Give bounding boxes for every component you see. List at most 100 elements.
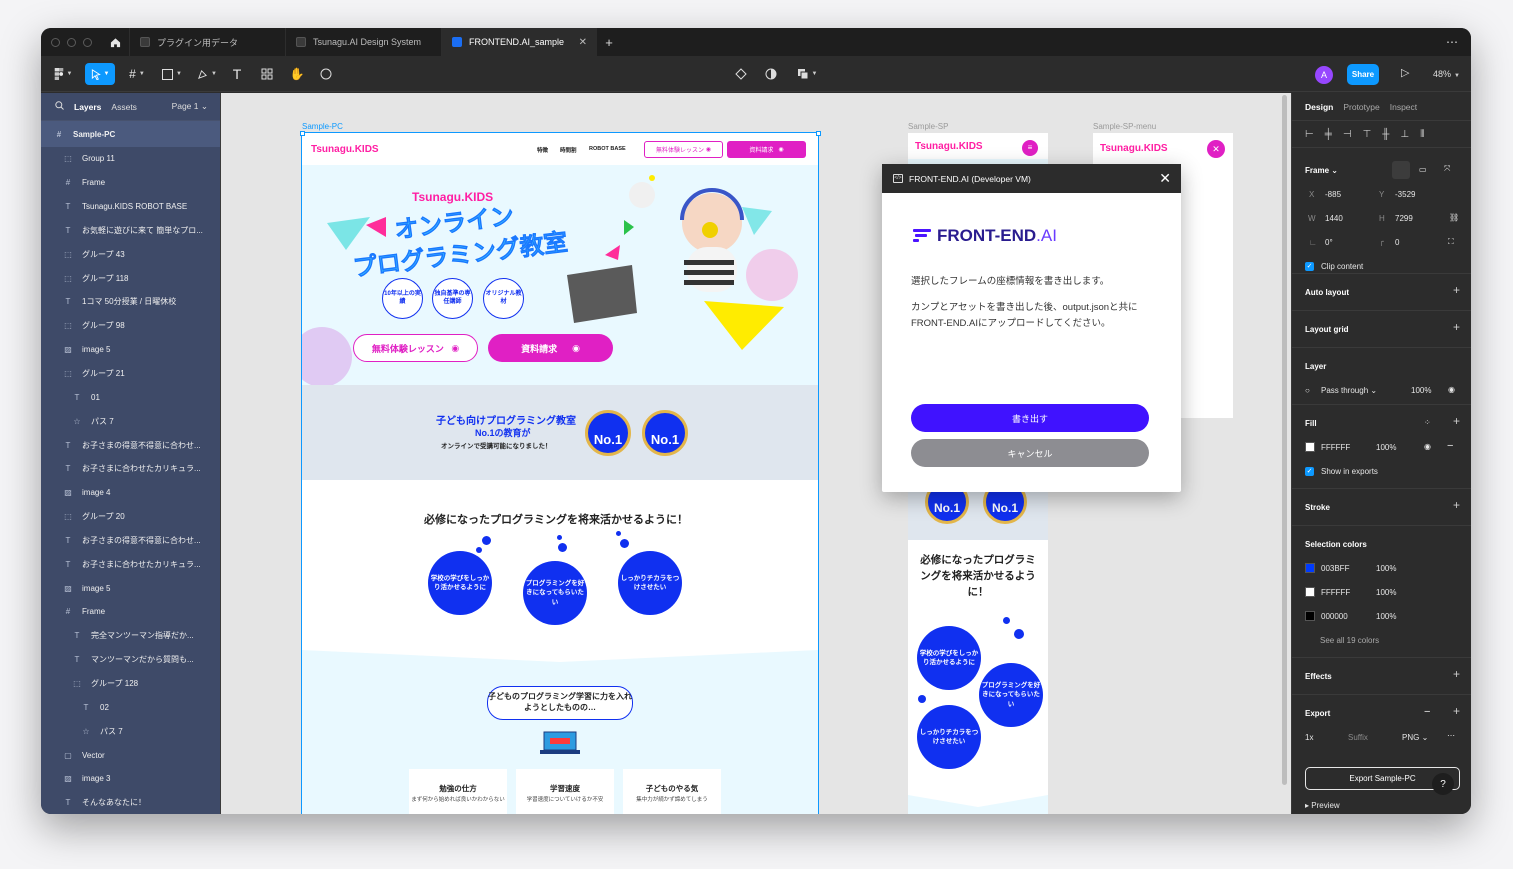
fill-hex-field[interactable]: FFFFFF	[1321, 443, 1350, 452]
component-icon[interactable]	[733, 63, 749, 85]
color-hex[interactable]: 000000	[1321, 612, 1348, 621]
share-button[interactable]: Share	[1347, 64, 1379, 85]
export-format-select[interactable]: PNG ⌄	[1402, 733, 1428, 742]
cancel-button[interactable]: キャンセル	[911, 439, 1149, 467]
add-fill-icon[interactable]: +	[1453, 414, 1460, 428]
export-suffix-input[interactable]: Suffix	[1348, 733, 1368, 742]
align-right-icon[interactable]: ⊣	[1343, 129, 1352, 140]
show-in-exports-checkbox[interactable]: ✓	[1305, 467, 1314, 476]
layer-row[interactable]: ⬚ Group 11	[41, 147, 220, 171]
comment-tool-icon[interactable]	[318, 63, 334, 85]
move-tool-icon[interactable]: ▼	[85, 63, 115, 85]
color-opacity[interactable]: 100%	[1376, 564, 1396, 573]
frame-label-pc[interactable]: Sample-PC	[302, 122, 343, 131]
layer-row[interactable]: ⬚ グループ 98	[41, 314, 220, 338]
page-selector[interactable]: Page 1 ⌄	[172, 101, 208, 112]
frame-label-sp-menu[interactable]: Sample-SP-menu	[1093, 122, 1156, 131]
independent-corners-icon[interactable]: ⛶	[1448, 237, 1454, 247]
export-settings-icon[interactable]: ⋯	[1447, 731, 1455, 740]
tab-inspect[interactable]: Inspect	[1390, 102, 1417, 112]
layer-row[interactable]: T 1コマ 50分授業 / 日曜休校	[41, 290, 220, 314]
layer-row[interactable]: T お気軽に遊びに来て 簡単なプロ...	[41, 219, 220, 243]
y-field[interactable]: -3529	[1395, 190, 1415, 199]
layer-row[interactable]: # Sample-PC	[41, 121, 220, 147]
layer-row[interactable]: ☆ パス 7	[41, 409, 220, 433]
tab-assets[interactable]: Assets	[111, 102, 137, 112]
layer-row[interactable]: ⬚ グループ 118	[41, 266, 220, 290]
color-hex[interactable]: FFFFFF	[1321, 588, 1350, 597]
color-swatch[interactable]	[1305, 563, 1315, 573]
landscape-icon[interactable]: ▭	[1419, 165, 1427, 174]
layer-row[interactable]: T 02	[41, 695, 220, 719]
color-opacity[interactable]: 100%	[1376, 612, 1396, 621]
text-tool-icon[interactable]: T	[229, 63, 245, 85]
align-top-icon[interactable]: ⊤	[1363, 129, 1372, 140]
layer-row[interactable]: T お子さまに合わせたカリキュラ...	[41, 457, 220, 481]
close-icon[interactable]: ✕	[1159, 170, 1171, 187]
frame-label-sp[interactable]: Sample-SP	[908, 122, 948, 131]
layer-row[interactable]: T そんなあなたに！	[41, 791, 220, 814]
resize-handle[interactable]	[816, 131, 821, 136]
tab-frontend-sample[interactable]: FRONTEND.AI_sample ✕	[441, 28, 597, 56]
add-stroke-icon[interactable]: +	[1453, 498, 1460, 512]
close-tab-icon[interactable]: ✕	[579, 37, 587, 48]
layer-row[interactable]: T お子さまの得意不得意に合わせ...	[41, 433, 220, 457]
height-field[interactable]: 7299	[1395, 214, 1413, 223]
align-center-icon[interactable]: ╪	[1325, 129, 1332, 140]
layer-opacity-field[interactable]: 100%	[1411, 386, 1431, 395]
color-swatch[interactable]	[1305, 611, 1315, 621]
fill-swatch[interactable]	[1305, 442, 1315, 452]
layer-row[interactable]: T お子さまに合わせたカリキュラ...	[41, 552, 220, 576]
blend-mode-select[interactable]: Pass through ⌄	[1321, 386, 1377, 395]
shape-tool-icon[interactable]: ▼	[159, 63, 185, 85]
help-button[interactable]: ?	[1432, 773, 1454, 795]
see-all-colors-link[interactable]: See all 19 colors	[1320, 636, 1379, 645]
layer-row[interactable]: ▨ image 5	[41, 576, 220, 600]
layer-row[interactable]: ☆ パス 7	[41, 719, 220, 743]
present-icon[interactable]: ▷	[1401, 66, 1409, 79]
portrait-icon[interactable]	[1392, 161, 1410, 179]
align-bottom-icon[interactable]: ⊥	[1400, 129, 1409, 140]
frame-title[interactable]: Frame ⌄	[1305, 166, 1338, 175]
resources-icon[interactable]	[259, 63, 275, 85]
add-auto-layout-icon[interactable]: +	[1453, 283, 1460, 297]
add-export-icon[interactable]: +	[1453, 704, 1460, 718]
radius-field[interactable]: 0	[1395, 238, 1399, 247]
resize-handle[interactable]	[300, 131, 305, 136]
constrain-proportions-icon[interactable]: ⛓	[1449, 213, 1459, 222]
width-field[interactable]: 1440	[1325, 214, 1343, 223]
layer-row[interactable]: ▢ Vector	[41, 743, 220, 767]
tab-plugin-data[interactable]: プラグイン用データ	[129, 28, 285, 56]
frame-sample-pc[interactable]: Tsunagu.KIDS 特徴 時間割 ROBOT BASE 無料体験レッスン …	[301, 132, 819, 814]
color-hex[interactable]: 003BFF	[1321, 564, 1349, 573]
align-middle-icon[interactable]: ╫	[1382, 129, 1389, 140]
preview-toggle[interactable]: ▸ Preview	[1305, 801, 1340, 810]
more-icon[interactable]: ⋯	[1446, 35, 1459, 49]
clip-content-checkbox[interactable]: ✓	[1305, 262, 1314, 271]
eye-icon[interactable]: ◉	[1448, 385, 1455, 394]
main-menu-icon[interactable]: ▼	[51, 63, 75, 85]
boolean-icon[interactable]: ▼	[793, 63, 821, 85]
rotation-field[interactable]: 0°	[1325, 238, 1333, 247]
layer-row[interactable]: ⬚ グループ 21	[41, 362, 220, 386]
hand-tool-icon[interactable]: ✋	[289, 63, 305, 85]
layer-row[interactable]: ⬚ グループ 20	[41, 505, 220, 529]
resize-to-fit-icon[interactable]: ⤧	[1444, 164, 1450, 174]
add-layout-grid-icon[interactable]: +	[1453, 320, 1460, 334]
align-left-icon[interactable]: ⊢	[1305, 129, 1314, 140]
user-avatar[interactable]: A	[1315, 66, 1333, 84]
eye-icon[interactable]: ◉	[1424, 442, 1431, 451]
export-button[interactable]: 書き出す	[911, 404, 1149, 432]
layer-row[interactable]: ⬚ グループ 128	[41, 672, 220, 696]
remove-export-icon[interactable]: −	[1424, 706, 1430, 718]
zoom-control[interactable]: 48% ▼	[1433, 69, 1460, 79]
tab-layers[interactable]: Layers	[74, 102, 101, 112]
remove-fill-icon[interactable]: −	[1447, 440, 1453, 452]
search-icon[interactable]	[55, 101, 64, 112]
layer-row[interactable]: T 完全マンツーマン指導だか...	[41, 624, 220, 648]
color-opacity[interactable]: 100%	[1376, 588, 1396, 597]
x-field[interactable]: -885	[1325, 190, 1341, 199]
tab-design[interactable]: Design	[1305, 102, 1333, 112]
layer-row[interactable]: ⬚ グループ 43	[41, 242, 220, 266]
layer-row[interactable]: T お子さまの得意不得意に合わせ...	[41, 529, 220, 553]
